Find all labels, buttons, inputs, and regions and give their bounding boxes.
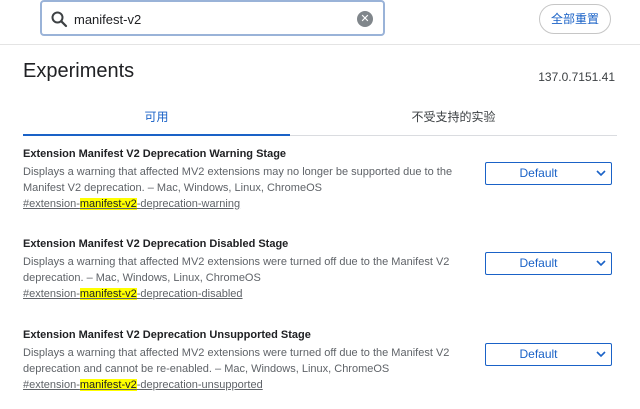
experiment-select[interactable]: Default [485, 162, 612, 185]
experiment-description: Displays a warning that affected MV2 ext… [23, 256, 450, 284]
experiment-title: Extension Manifest V2 Deprecation Disabl… [23, 238, 289, 250]
experiment-link[interactable]: #extension-manifest-v2-deprecation-unsup… [23, 379, 263, 391]
header-bar: ✕ 全部重置 [0, 0, 640, 45]
link-prefix: #extension- [23, 379, 80, 391]
link-suffix: -deprecation-warning [136, 198, 241, 210]
link-highlight: manifest-v2 [79, 198, 137, 210]
experiment-select[interactable]: Default [485, 252, 612, 275]
chevron-down-icon [596, 351, 606, 358]
select-value: Default [519, 256, 558, 270]
search-input[interactable] [74, 9, 354, 29]
experiment-select[interactable]: Default [485, 343, 612, 366]
page-title: Experiments [23, 60, 135, 82]
link-highlight: manifest-v2 [79, 288, 137, 300]
tab-bar: 可用 不受支持的实验 [23, 100, 617, 136]
link-prefix: #extension- [23, 198, 80, 210]
link-suffix: -deprecation-unsupported [136, 379, 263, 391]
version-label: 137.0.7151.41 [538, 70, 615, 84]
tab-available[interactable]: 可用 [23, 100, 290, 136]
search-box[interactable]: ✕ [40, 0, 385, 36]
select-value: Default [519, 166, 558, 180]
link-highlight: manifest-v2 [79, 379, 137, 391]
select-value: Default [519, 347, 558, 361]
link-prefix: #extension- [23, 288, 80, 300]
experiment-link[interactable]: #extension-manifest-v2-deprecation-disab… [23, 288, 243, 300]
experiment-description: Displays a warning that affected MV2 ext… [23, 347, 450, 375]
chevron-down-icon [596, 260, 606, 267]
experiment-description: Displays a warning that affected MV2 ext… [23, 166, 453, 194]
experiment-item: Extension Manifest V2 Deprecation Warnin… [23, 148, 617, 228]
tab-unsupported[interactable]: 不受支持的实验 [290, 100, 617, 136]
experiment-item: Extension Manifest V2 Deprecation Disabl… [23, 238, 617, 318]
experiment-link[interactable]: #extension-manifest-v2-deprecation-warni… [23, 198, 240, 210]
link-suffix: -deprecation-disabled [136, 288, 243, 300]
clear-icon[interactable]: ✕ [357, 11, 373, 27]
experiment-item: Extension Manifest V2 Deprecation Unsupp… [23, 329, 617, 409]
reset-all-button[interactable]: 全部重置 [539, 4, 611, 34]
experiment-title: Extension Manifest V2 Deprecation Unsupp… [23, 329, 311, 341]
chevron-down-icon [596, 170, 606, 177]
experiment-title: Extension Manifest V2 Deprecation Warnin… [23, 148, 287, 160]
search-icon [51, 11, 68, 28]
